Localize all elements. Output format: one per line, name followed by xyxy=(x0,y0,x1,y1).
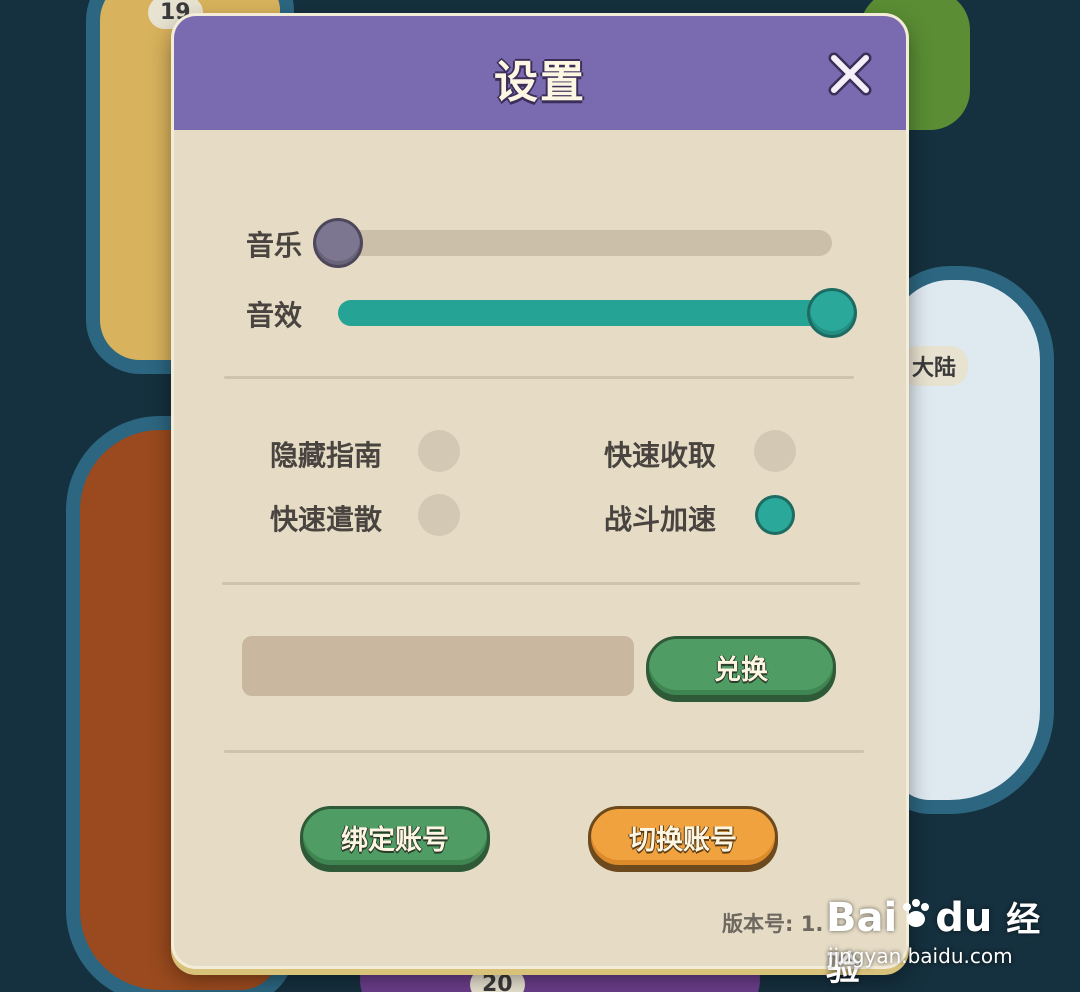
version-value: 1. xyxy=(800,912,824,936)
close-button[interactable] xyxy=(824,48,876,100)
divider xyxy=(222,582,860,585)
music-slider[interactable] xyxy=(316,221,832,265)
settings-dialog: 设置 音乐 音效 隐藏指南 快速收取 快速遣散 战斗加速 兑换 绑定账号 切换账… xyxy=(174,16,906,966)
hide-guide-label: 隐藏指南 xyxy=(270,439,383,472)
sfx-label: 音效 xyxy=(246,299,303,332)
quick-dispatch-label: 快速遣散 xyxy=(270,503,383,536)
map-label-right: 大陆 xyxy=(900,346,969,386)
close-icon xyxy=(828,52,872,96)
watermark-brand-right: du xyxy=(935,895,993,941)
paw-svg xyxy=(903,899,930,927)
music-label: 音乐 xyxy=(246,229,303,262)
version-text: 版本号: 1. xyxy=(722,908,823,938)
battle-speed-label: 战斗加速 xyxy=(604,503,717,536)
baidu-watermark: Bai du 经验 jingyan.baidu.com xyxy=(826,876,1066,989)
quick-dispatch-toggle[interactable] xyxy=(418,494,460,536)
paw-icon xyxy=(897,895,935,941)
sfx-slider[interactable] xyxy=(338,291,854,335)
divider xyxy=(224,376,854,379)
redeem-code-input[interactable] xyxy=(242,636,634,696)
hide-guide-toggle[interactable] xyxy=(418,430,460,472)
redeem-button[interactable]: 兑换 xyxy=(646,636,836,698)
switch-account-button[interactable]: 切换账号 xyxy=(588,806,778,868)
quick-collect-label: 快速收取 xyxy=(604,439,717,472)
watermark-url: jingyan.baidu.com xyxy=(828,944,1013,968)
version-label: 版本号: xyxy=(722,912,794,936)
dialog-title: 设置 xyxy=(494,57,586,108)
divider xyxy=(224,750,864,753)
watermark-brand-left: Bai xyxy=(826,895,898,941)
music-slider-knob[interactable] xyxy=(316,221,360,265)
sfx-slider-knob[interactable] xyxy=(810,291,854,335)
battle-speed-toggle[interactable] xyxy=(758,498,792,532)
quick-collect-toggle[interactable] xyxy=(754,430,796,472)
map-label-bottom: 20 xyxy=(470,968,525,992)
bind-account-button[interactable]: 绑定账号 xyxy=(300,806,490,868)
sfx-slider-fill xyxy=(338,300,832,326)
